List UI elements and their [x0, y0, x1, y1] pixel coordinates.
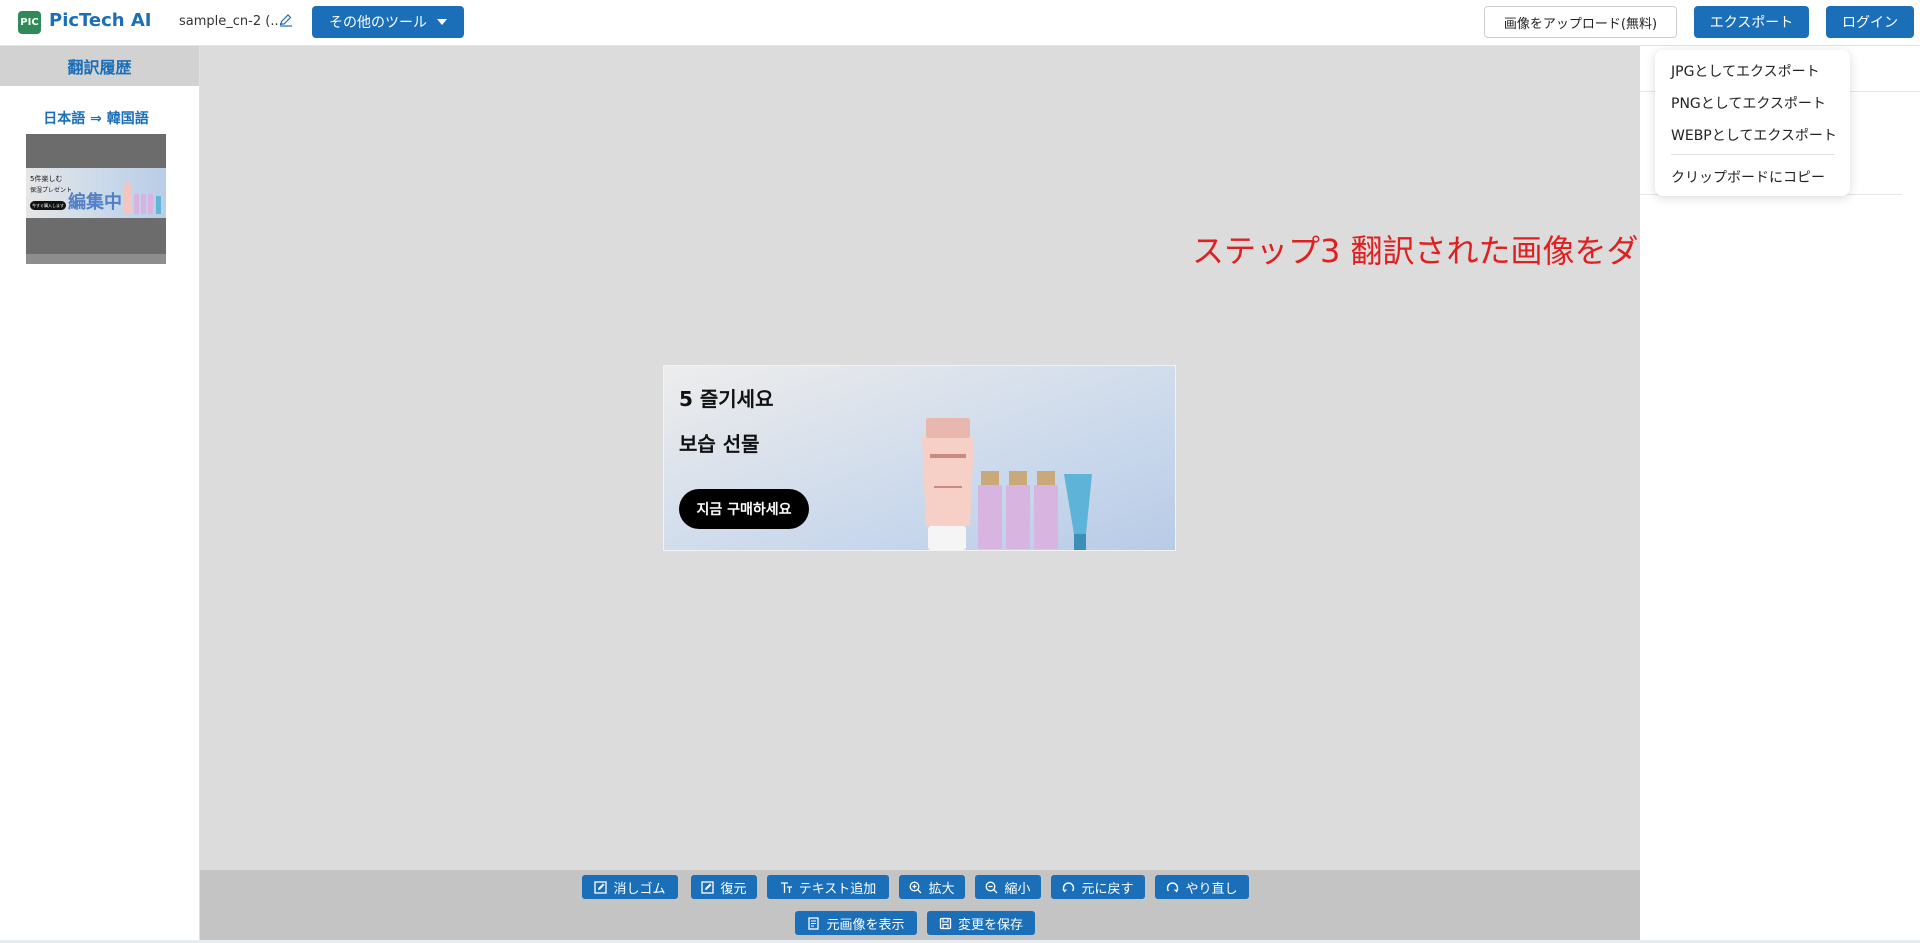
eraser-label: 消しゴム	[613, 881, 666, 897]
history-sidebar: 翻訳履歴 日本語 ⇒ 韓国語 5件楽しむ 保湿プレゼント 今すぐ購入します 編集…	[0, 46, 200, 943]
undo-icon	[1062, 881, 1075, 892]
text-icon	[780, 881, 792, 893]
export-png-item[interactable]: PNGとしてエクスポート	[1671, 93, 1826, 113]
document-icon	[808, 916, 820, 930]
thumbnail-products-image	[124, 184, 161, 214]
redo-button[interactable]: やり直し	[1155, 875, 1249, 899]
app-brand-name[interactable]: PicTech AI	[49, 10, 152, 31]
zoom-in-button[interactable]: 拡大	[899, 875, 965, 899]
restore-icon	[701, 880, 715, 894]
edit-filename-icon[interactable]	[279, 13, 293, 27]
zoom-out-label: 縮小	[1004, 881, 1031, 897]
export-dropdown-menu: JPGとしてエクスポート PNGとしてエクスポート WEBPとしてエクスポート …	[1655, 50, 1850, 196]
undo-button[interactable]: 元に戻す	[1051, 875, 1145, 899]
product-bottles-image	[922, 418, 1092, 550]
save-icon	[939, 917, 952, 929]
export-jpg-item[interactable]: JPGとしてエクスポート	[1671, 61, 1820, 81]
eraser-button[interactable]: 消しゴム	[582, 875, 678, 899]
app-logo[interactable]: PIC	[18, 11, 41, 34]
zoom-in-label: 拡大	[928, 881, 955, 897]
show-original-button[interactable]: 元画像を表示	[795, 911, 917, 935]
edit-toolbar: 消しゴム 復元 テキスト追加 拡大 縮小 元に戻す やり直し 元画像を表示 変更…	[200, 870, 1640, 943]
other-tools-button[interactable]: その他のツール	[312, 6, 464, 38]
export-webp-item[interactable]: WEBPとしてエクスポート	[1671, 125, 1837, 145]
export-button[interactable]: エクスポート	[1694, 6, 1809, 38]
editor-canvas[interactable]: 5 즐기세요 보습 선물 지금 구매하세요	[200, 46, 1640, 870]
translated-banner-image[interactable]: 5 즐기세요 보습 선물 지금 구매하세요	[663, 365, 1176, 551]
zoom-in-icon	[910, 881, 922, 893]
file-name: sample_cn-2 (...	[179, 14, 283, 29]
zoom-out-icon	[986, 881, 998, 893]
add-text-button[interactable]: テキスト追加	[767, 875, 889, 899]
thumbnail-footer	[26, 254, 166, 264]
redo-icon	[1167, 881, 1179, 892]
login-button[interactable]: ログイン	[1826, 6, 1914, 38]
chevron-down-icon	[437, 19, 447, 25]
undo-label: 元に戻す	[1081, 881, 1134, 897]
save-changes-label: 変更を保存	[957, 917, 1023, 933]
eraser-icon	[594, 880, 608, 894]
other-tools-label: その他のツール	[329, 15, 427, 31]
banner-line2[interactable]: 보습 선물	[679, 428, 760, 457]
history-thumbnail[interactable]: 5件楽しむ 保湿プレゼント 今すぐ購入します 編集中	[26, 134, 166, 264]
restore-label: 復元	[720, 881, 747, 897]
copy-to-clipboard-item[interactable]: クリップボードにコピー	[1671, 167, 1825, 187]
banner-buy-button[interactable]: 지금 구매하세요	[679, 489, 809, 529]
editing-status-label: 編集中	[68, 192, 122, 213]
menu-separator	[1671, 154, 1835, 155]
add-text-label: テキスト追加	[798, 881, 877, 897]
redo-label: やり直し	[1185, 881, 1238, 897]
thumbnail-button: 今すぐ購入します	[30, 201, 66, 210]
show-original-label: 元画像を表示	[826, 917, 905, 933]
zoom-out-button[interactable]: 縮小	[975, 875, 1041, 899]
upload-image-button[interactable]: 画像をアップロード(無料)	[1484, 6, 1677, 38]
restore-button[interactable]: 復元	[691, 875, 757, 899]
history-title: 翻訳履歴	[0, 46, 199, 86]
top-header: PIC PicTech AI sample_cn-2 (... その他のツール …	[0, 0, 1920, 46]
thumbnail-line1: 5件楽しむ	[30, 175, 63, 183]
history-item-label[interactable]: 日本語 ⇒ 韓国語	[0, 108, 192, 128]
thumbnail-line2: 保湿プレゼント	[30, 187, 73, 194]
save-changes-button[interactable]: 変更を保存	[927, 911, 1035, 935]
banner-line1[interactable]: 5 즐기세요	[679, 383, 773, 412]
